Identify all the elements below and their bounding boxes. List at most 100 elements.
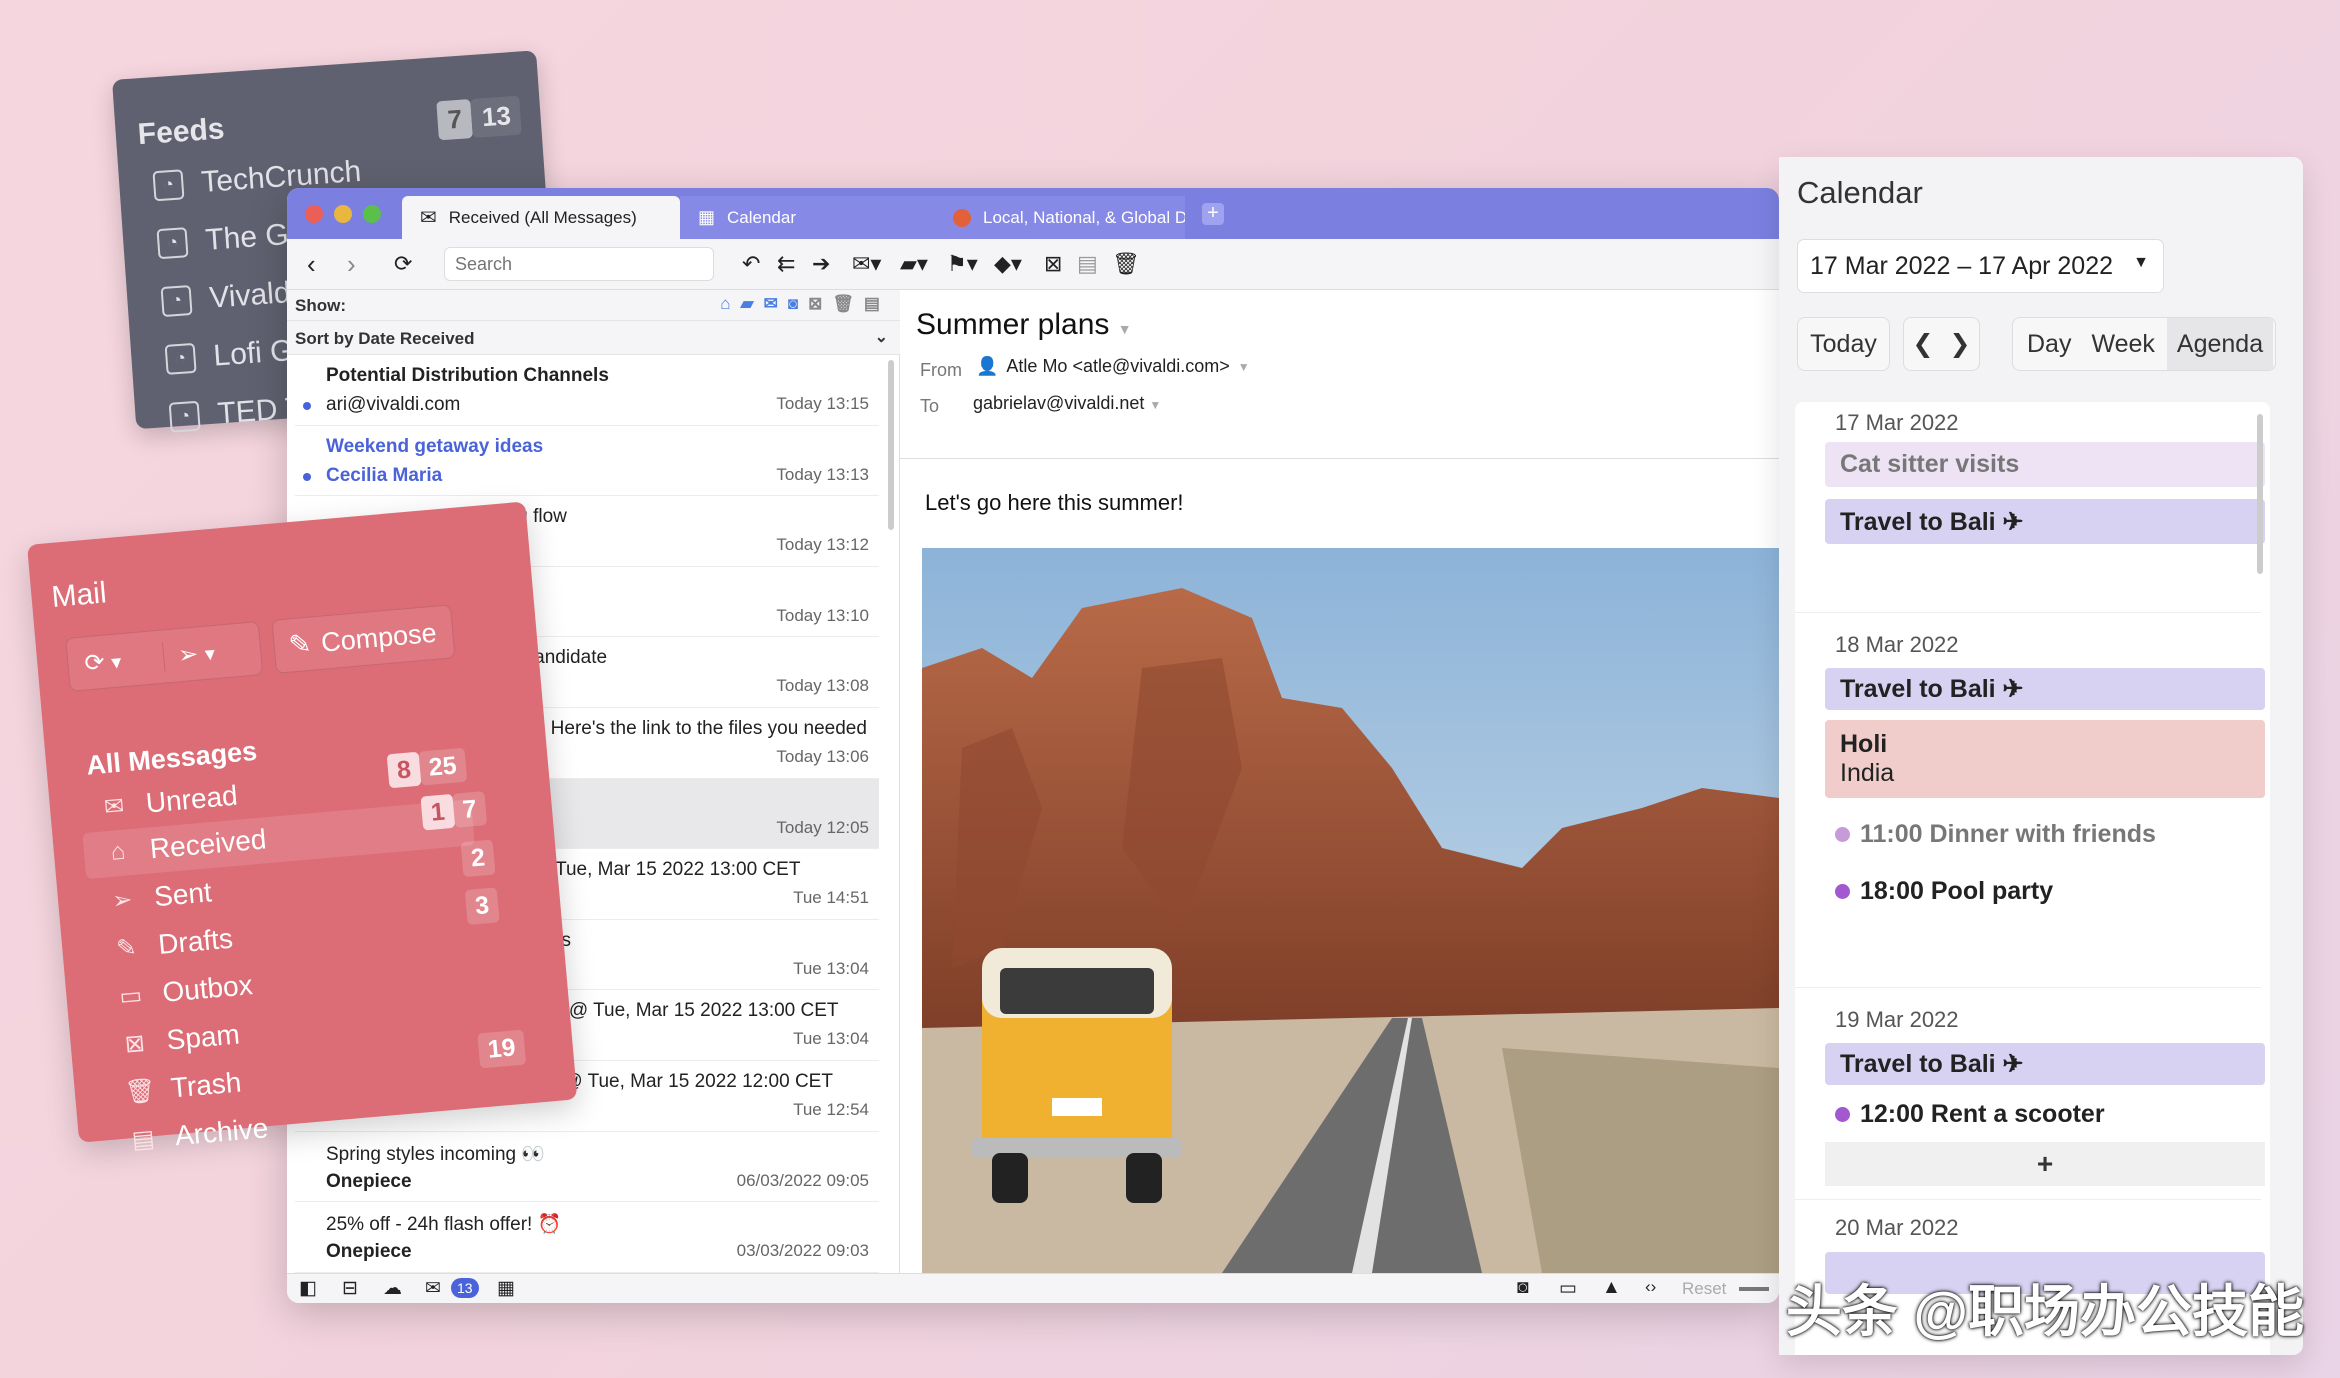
trash-count: 19 [477, 1029, 526, 1069]
window-icon[interactable]: ▭ [1559, 1277, 1577, 1300]
next-button[interactable]: ❯ [1950, 329, 1971, 359]
event-rent-scooter[interactable]: 12:00 Rent a scooter [1835, 1100, 2105, 1129]
show-label: Show: [295, 296, 346, 315]
forward-button[interactable]: ➔ [812, 249, 830, 279]
rss-icon: ◔ [152, 169, 185, 202]
check-mail-button[interactable]: ⟳ ▾ [67, 642, 166, 680]
message-sender: Cecilia Maria [326, 464, 443, 486]
tab-bar: ✉ Received (All Messages) ▦ Calendar Local… [287, 188, 1779, 239]
refresh-button[interactable]: ⟳ [394, 249, 412, 279]
send-menu-button[interactable]: ➢ ▾ [163, 634, 261, 671]
mail-folder-archive[interactable]: ▤ Archive [128, 1112, 270, 1156]
view-day[interactable]: Day [2013, 330, 2085, 359]
back-button[interactable]: ‹ [307, 249, 316, 279]
feed-item[interactable]: ◔ Lofi Gi [164, 334, 301, 377]
tag-menu-button[interactable]: ◆▾ [994, 249, 1022, 279]
spam-button[interactable]: ⊠ [1044, 249, 1062, 279]
prev-button[interactable]: ❮ [1913, 329, 1934, 359]
trash-icon: 🗑 [123, 1076, 157, 1106]
view-week[interactable]: Week [2085, 330, 2160, 359]
message-date: Today 13:06 [776, 747, 869, 766]
panel-toggle-icon[interactable]: ◧ [299, 1277, 317, 1300]
code-icon[interactable]: ‹› [1645, 1277, 1656, 1297]
unread-icon: ✉ [102, 792, 126, 821]
mail-folder-outbox[interactable]: ▭ Outbox [115, 969, 254, 1013]
from-field[interactable]: 👤 Atle Mo <atle@vivaldi.com> ▼ [976, 356, 1250, 377]
all-messages-header[interactable]: All Messages [85, 736, 258, 782]
today-button[interactable]: Today [1797, 317, 1890, 371]
calendar-panel: Calendar 17 Mar 2022 – 17 Apr 2022 ▼ Toda… [1779, 157, 2303, 1355]
mail-title: Mail [50, 576, 108, 614]
mail-folder-unread[interactable]: ✉ Unread [99, 780, 239, 824]
mark-menu-button[interactable]: ✉▾ [852, 249, 881, 279]
event-travel-bali[interactable]: Travel to Bali ✈ [1825, 1043, 2265, 1085]
calendar-status-icon[interactable]: ▦ [497, 1277, 515, 1300]
rss-icon: ◔ [160, 285, 193, 318]
message-sender: Onepiece [326, 1241, 412, 1263]
zoom-reset-button[interactable]: Reset [1682, 1279, 1726, 1299]
message-date: 06/03/2022 09:05 [736, 1170, 869, 1190]
message-sender: ari@vivaldi.com [326, 394, 461, 415]
message-row[interactable]: Weekend getaway ideas Cecilia Maria Today … [295, 426, 879, 497]
reply-button[interactable]: ↶ [742, 249, 760, 279]
maximize-window-button[interactable] [363, 205, 381, 223]
event-travel-bali[interactable]: Travel to Bali ✈ [1825, 499, 2265, 544]
mail-folder-drafts[interactable]: ✎ Drafts [111, 923, 234, 965]
event-cat-sitter[interactable]: Cat sitter visits [1825, 442, 2265, 487]
mail-status-icon[interactable]: ✉ [425, 1277, 441, 1300]
calendar-title: Calendar [1797, 175, 1923, 210]
flag-menu-button[interactable]: ⚑▾ [947, 249, 978, 279]
archive-icon: ▤ [130, 1124, 156, 1154]
image-icon[interactable]: ▲ [1602, 1277, 1621, 1299]
compose-icon: ✎ [287, 628, 313, 661]
event-holi[interactable]: Holi India [1825, 720, 2265, 798]
mail-folder-sent[interactable]: ➢ Sent [107, 876, 213, 917]
view-agenda[interactable]: Agenda [2166, 318, 2274, 370]
minimize-window-button[interactable] [334, 205, 352, 223]
message-row[interactable]: Spring styles incoming 👀 Onepiece 06/03/20… [295, 1132, 879, 1203]
compose-button[interactable]: ✎ Compose [271, 604, 456, 674]
search-input[interactable] [444, 247, 714, 281]
message-subject: RED: Here's the link to the files you ne… [500, 718, 867, 739]
date-range-select[interactable]: 17 Mar 2022 – 17 Apr 2022 ▼ [1797, 239, 2164, 293]
zoom-slider[interactable] [1739, 1287, 1769, 1291]
feeds-total-count: 13 [470, 95, 523, 138]
new-tab-button[interactable]: + [1202, 203, 1224, 225]
event-travel-bali[interactable]: Travel to Bali ✈ [1825, 668, 2265, 710]
tab-calendar[interactable]: ▦ Calendar [680, 196, 935, 239]
feed-label: Vivaldi [208, 275, 299, 315]
sent-count: 2 [460, 839, 496, 878]
tab-feed[interactable]: Local, National, & Global D [935, 196, 1185, 239]
tiling-icon[interactable]: ⊟ [342, 1277, 358, 1300]
event-pool-party[interactable]: 18:00 Pool party [1835, 877, 2053, 906]
agenda-scrollbar[interactable] [2257, 414, 2263, 574]
feeds-unread-count: 7 [436, 99, 474, 141]
mail-icon: ✉ [420, 207, 437, 229]
tab-received[interactable]: ✉ Received (All Messages) [402, 196, 680, 239]
move-menu-button[interactable]: ▰▾ [900, 249, 928, 279]
add-event-button[interactable]: + [1825, 1142, 2265, 1186]
sort-row[interactable]: Sort by Date Received ⌄ [287, 321, 900, 355]
delete-button[interactable]: 🗑 [1112, 249, 1140, 279]
close-window-button[interactable] [305, 205, 323, 223]
message-date: Today 13:12 [776, 535, 869, 555]
message-row[interactable]: 25% off - 24h flash offer! ⏰ Onepiece 03/0… [295, 1202, 879, 1273]
mail-action-group: ⟳ ▾ ➢ ▾ [65, 621, 264, 692]
reply-all-button[interactable]: ⇇ [777, 249, 795, 279]
feed-item[interactable]: ◔ Vivaldi [160, 276, 298, 319]
archive-button[interactable]: ▤ [1077, 249, 1098, 279]
event-dinner[interactable]: 11:00 Dinner with friends [1835, 820, 2156, 849]
mail-folder-spam[interactable]: ⊠ Spam [120, 1018, 241, 1060]
chevron-down-icon[interactable]: ⌄ [875, 327, 888, 347]
filter-icons[interactable]: ⌂▰✉◙⊠🗑▤ [720, 294, 890, 314]
sync-cloud-icon[interactable]: ☁ [383, 1277, 402, 1300]
forward-nav-button[interactable]: › [347, 249, 356, 279]
to-field[interactable]: gabrielav@vivaldi.net ▼ [973, 393, 1161, 414]
agenda-date: 18 Mar 2022 [1835, 632, 1959, 657]
mail-folder-trash[interactable]: 🗑 Trash [124, 1066, 243, 1108]
message-date: 03/03/2022 09:03 [736, 1241, 869, 1261]
capture-icon[interactable]: ◙ [1517, 1277, 1528, 1299]
list-scrollbar[interactable] [888, 360, 894, 530]
message-body: Let's go here this summer! [925, 490, 1184, 515]
message-row[interactable]: Potential Distribution Channels ari@vival… [295, 355, 879, 426]
